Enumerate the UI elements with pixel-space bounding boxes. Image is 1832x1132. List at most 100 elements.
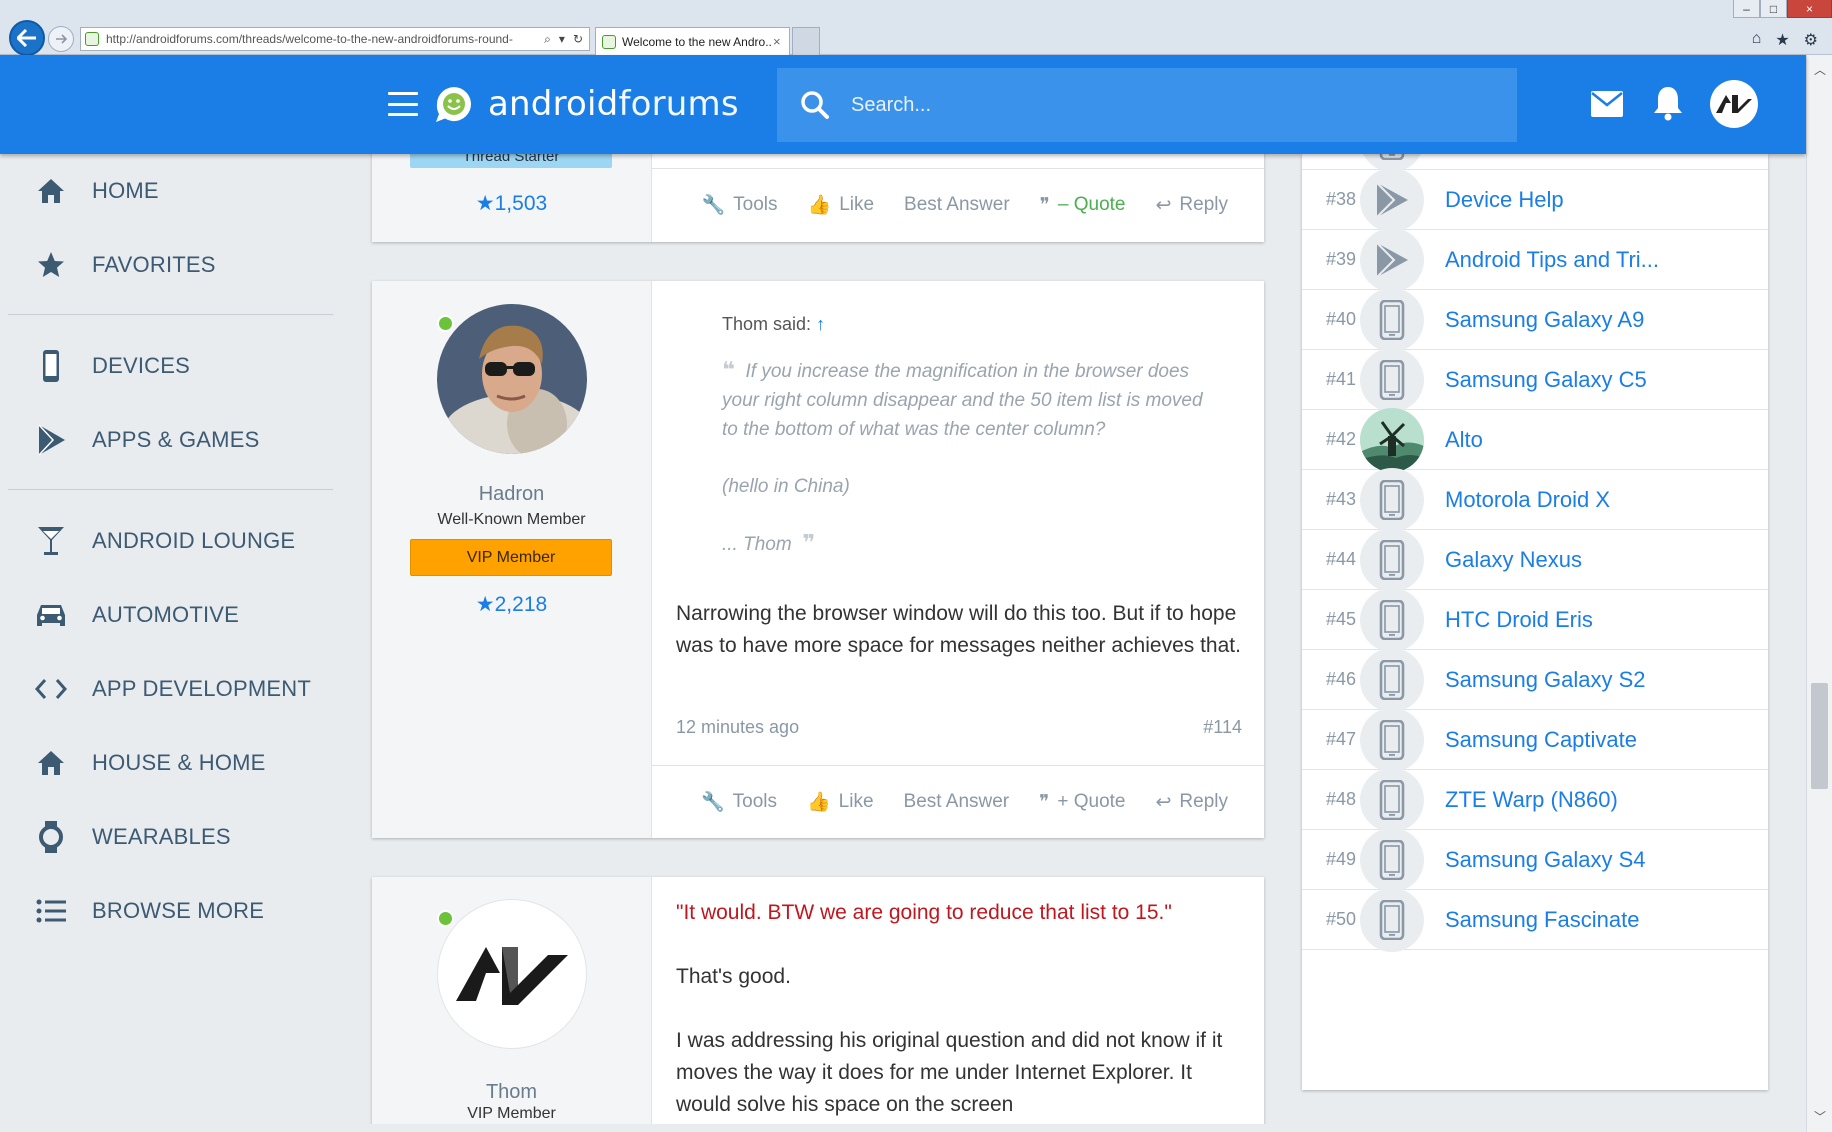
forum-name-link[interactable]: Alto [1445,427,1483,453]
minimize-button[interactable]: – [1733,0,1760,18]
best-answer-label: Best Answer [904,194,1010,215]
sidebar-item-home[interactable]: HOME [8,154,335,228]
search-icon[interactable] [799,89,831,121]
post-time[interactable]: 12 minutes ago [676,717,799,738]
rank-number: #39 [1325,249,1356,269]
author-name[interactable]: Hadron [372,483,651,506]
logo-light: forums [618,84,739,124]
forum-name-link[interactable]: Motorola Droid X [1445,487,1610,513]
reply-button[interactable]: ↩ Reply [1156,791,1229,814]
sidebar-item-browse-more[interactable]: BROWSE MORE [8,874,335,948]
like-button[interactable]: 👍 Like [808,193,875,217]
author-avatar[interactable] [437,899,587,1049]
ranking-row[interactable]: #40 Samsung Galaxy A9 [1302,287,1768,352]
home-icon [34,174,68,208]
ranking-row[interactable]: #47 Samsung Captivate [1302,707,1768,772]
menu-icon[interactable] [388,92,418,116]
sidebar-item-favorites[interactable]: FAVORITES [8,228,335,302]
ranking-row[interactable]: #48 ZTE Warp (N860) [1302,767,1768,832]
post-actions: 🔧 Tools 👍 Like Best Answer ❞ – Quote ↩ Reply [652,168,1264,241]
site-favicon-icon [85,32,99,46]
reply-button[interactable]: ↩ Reply [1156,194,1229,217]
address-bar[interactable]: http://androidforums.com/threads/welcome… [80,27,590,51]
ranking-row[interactable]: #49 Samsung Galaxy S4 [1302,827,1768,892]
sidebar-item-house-home[interactable]: HOUSE & HOME [8,726,335,800]
forum-name-link[interactable]: Samsung Galaxy C5 [1445,367,1647,393]
quote-header: Thom said: ↑ [722,314,825,335]
forum-name-link[interactable]: Samsung Galaxy S4 [1445,847,1646,873]
sidebar-item-automotive[interactable]: AUTOMOTIVE [8,578,335,652]
ranking-row[interactable]: #37 [1302,154,1768,172]
ranking-row[interactable]: #42 Alto [1302,407,1768,472]
tab-active[interactable]: Welcome to the new Andro... × [595,27,790,55]
forum-name-link[interactable]: Samsung Galaxy S2 [1445,667,1646,693]
gear-icon[interactable]: ⚙ [1804,30,1818,50]
rank-number: #47 [1325,729,1356,749]
scroll-down-icon[interactable]: ﹀ [1807,1106,1832,1128]
tools-button[interactable]: 🔧 Tools [701,790,777,814]
sidebar-item-android-lounge[interactable]: ANDROID LOUNGE [8,504,335,578]
ranking-row[interactable]: #41 Samsung Galaxy C5 [1302,347,1768,412]
quote-button[interactable]: ❞ – Quote [1040,194,1126,217]
address-url[interactable]: http://androidforums.com/threads/welcome… [106,32,538,46]
forum-name-link[interactable]: ZTE Warp (N860) [1445,787,1618,813]
post-next: Thom VIP Member "It would. BTW we are go… [372,877,1264,1132]
like-label: Like [839,194,875,215]
forum-name-link[interactable]: Samsung Captivate [1445,727,1637,753]
forum-name-link[interactable]: Android Tips and Tri... [1445,247,1659,273]
best-answer-button[interactable]: Best Answer [904,791,1010,813]
user-avatar[interactable] [1710,80,1758,128]
sidebar-item-wearables[interactable]: WEARABLES [8,800,335,874]
sidebar-item-label: HOUSE & HOME [92,750,266,775]
new-tab-button[interactable] [792,27,820,55]
ranking-row[interactable]: #45 HTC Droid Eris [1302,587,1768,652]
ranking-row[interactable]: #38 Device Help [1302,167,1768,232]
browser-chrome: http://androidforums.com/threads/welcome… [0,0,1832,56]
quote-button[interactable]: ❞ + Quote [1039,791,1125,814]
site-logo-text[interactable]: androidforums [488,84,739,124]
star-icon[interactable]: ★ [1775,30,1789,50]
bottom-strip [0,1124,1806,1132]
rank-number: #38 [1325,189,1356,209]
alto-app-icon [1360,407,1424,472]
bell-icon[interactable] [1653,85,1683,121]
forum-name-link[interactable]: Samsung Galaxy A9 [1445,307,1644,333]
sidebar-item-apps-games[interactable]: APPS & GAMES [8,403,335,477]
quote-jump-icon[interactable]: ↑ [816,314,825,334]
androidforums-logo-icon[interactable] [433,83,475,125]
ranking-row[interactable]: #44 Galaxy Nexus [1302,527,1768,592]
scroll-up-icon[interactable]: ︿ [1807,59,1832,81]
forum-name-link[interactable]: Device Help [1445,187,1564,213]
dropdown-icon[interactable]: ▾ [559,32,565,47]
ranking-row[interactable]: #43 Motorola Droid X [1302,467,1768,532]
post-number[interactable]: #114 [1203,717,1242,738]
refresh-icon[interactable]: ↻ [573,32,583,47]
forward-button[interactable] [48,26,74,52]
mail-icon[interactable] [1590,90,1624,118]
forum-name-link[interactable]: Galaxy Nexus [1445,547,1582,573]
search-icon[interactable]: ⌕ [544,32,551,47]
home-icon[interactable]: ⌂ [1752,30,1762,50]
sidebar-item-devices[interactable]: DEVICES [8,329,335,403]
search-bar[interactable] [777,68,1517,142]
back-button[interactable] [9,20,45,56]
window-close-button[interactable]: × [1787,0,1832,18]
forum-name-link[interactable]: Samsung Fascinate [1445,907,1639,933]
like-button[interactable]: 👍 Like [807,790,874,814]
page-scrollbar[interactable]: ︿ ﹀ [1806,55,1832,1132]
forum-name-link[interactable]: HTC Droid Eris [1445,607,1593,633]
author-name[interactable]: Thom [372,1081,651,1104]
author-avatar[interactable] [437,304,587,454]
ranking-row[interactable]: #46 Samsung Galaxy S2 [1302,647,1768,712]
scroll-thumb[interactable] [1811,683,1828,789]
tools-button[interactable]: 🔧 Tools [701,193,777,217]
sidebar-item-app-development[interactable]: APP DEVELOPMENT [8,652,335,726]
ranking-row[interactable]: #50 Samsung Fascinate [1302,887,1768,952]
maximize-button[interactable]: □ [1760,0,1787,18]
window-controls: – □ × [1733,0,1832,18]
tab-close-icon[interactable]: × [773,34,789,49]
best-answer-button[interactable]: Best Answer [904,194,1010,216]
quote-line: (hello in China) [722,476,850,497]
search-input[interactable] [851,93,1371,117]
ranking-row[interactable]: #39 Android Tips and Tri... [1302,227,1768,292]
